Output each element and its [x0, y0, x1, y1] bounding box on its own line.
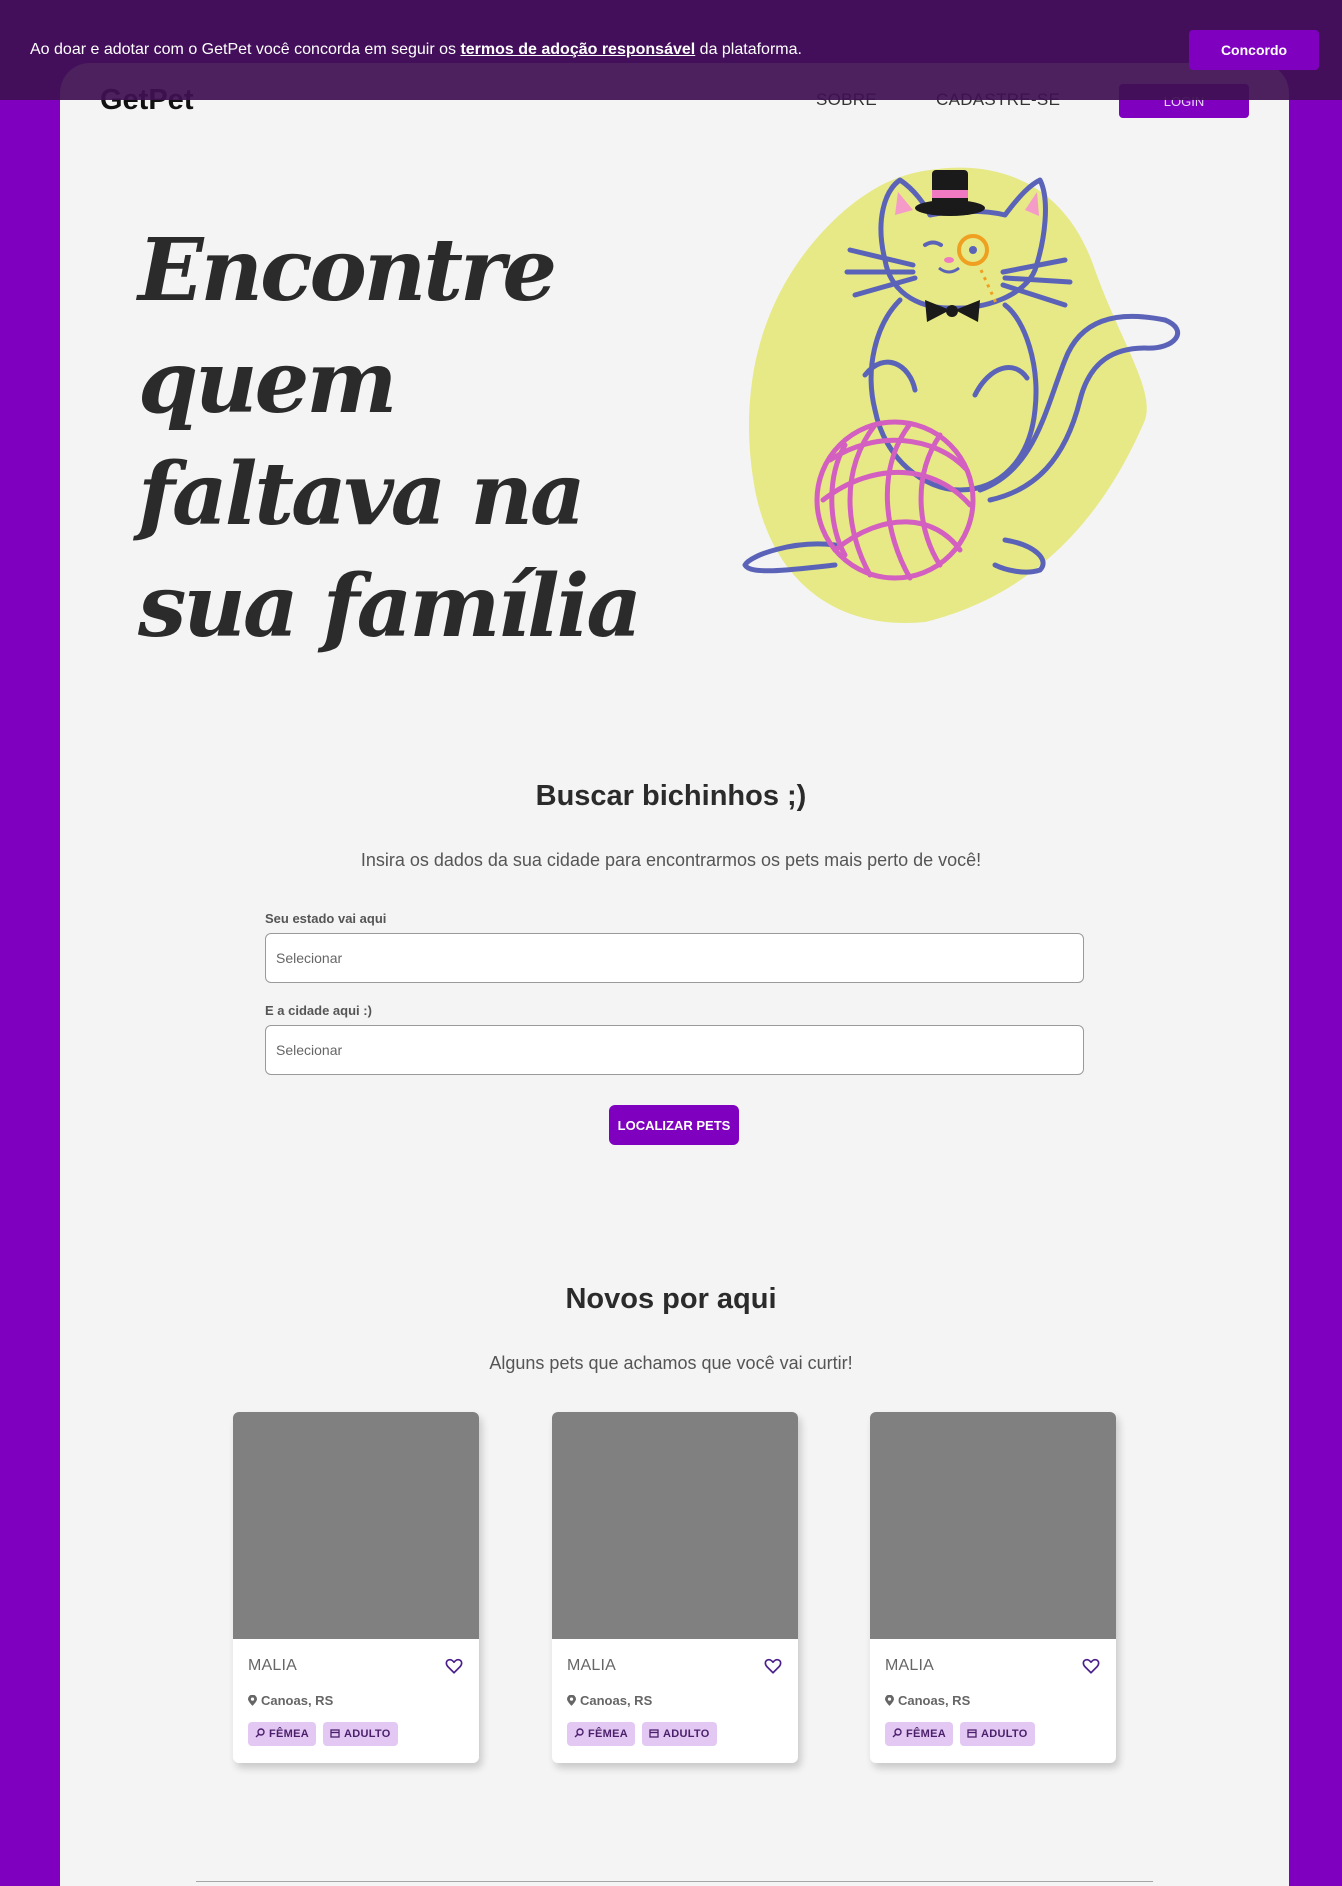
pet-card[interactable]: MALIA Canoas, RS FÊMEA ADULTO — [552, 1412, 798, 1763]
pet-card[interactable]: MALIA Canoas, RS FÊMEA ADULTO — [233, 1412, 479, 1763]
heart-icon[interactable] — [445, 1657, 463, 1675]
cookie-text-before: Ao doar e adotar com o GetPet você conco… — [30, 41, 461, 58]
cookie-banner: Ao doar e adotar com o GetPet você conco… — [0, 0, 1342, 100]
pet-location: Canoas, RS — [248, 1693, 333, 1708]
pet-card[interactable]: MALIA Canoas, RS FÊMEA ADULTO — [870, 1412, 1116, 1763]
gender-tag: FÊMEA — [248, 1722, 316, 1746]
pet-name: MALIA — [885, 1657, 935, 1674]
state-label: Seu estado vai aqui — [265, 911, 387, 926]
location-pin-icon — [567, 1695, 576, 1706]
pet-name: MALIA — [567, 1657, 617, 1674]
new-pets-subtitle: Alguns pets que achamos que você vai cur… — [489, 1353, 853, 1373]
cookie-text-after: da plataforma. — [695, 41, 802, 58]
calendar-icon — [649, 1729, 659, 1738]
search-subtitle: Insira os dados da sua cidade para encon… — [360, 850, 982, 870]
footer-divider — [196, 1881, 1153, 1882]
pet-location-text: Canoas, RS — [580, 1693, 653, 1708]
cat-illustration — [742, 167, 1180, 623]
age-tag: ADULTO — [642, 1722, 717, 1746]
pet-location-text: Canoas, RS — [898, 1693, 971, 1708]
search-icon — [892, 1728, 902, 1738]
pet-location-text: Canoas, RS — [261, 1693, 334, 1708]
location-pin-icon — [885, 1695, 894, 1706]
hero-title: Encontre quem faltava na sua família — [138, 220, 642, 657]
heart-icon[interactable] — [1082, 1657, 1100, 1675]
pet-name: MALIA — [248, 1657, 298, 1674]
gender-tag: FÊMEA — [885, 1722, 953, 1746]
search-icon — [574, 1728, 584, 1738]
cookie-text: Ao doar e adotar com o GetPet você conco… — [30, 41, 802, 59]
locate-pets-button[interactable]: LOCALIZAR PETS — [609, 1105, 739, 1145]
pet-location: Canoas, RS — [567, 1693, 652, 1708]
search-icon — [255, 1728, 265, 1738]
search-title: Buscar bichinhos ;) — [535, 780, 807, 812]
new-pets-title: Novos por aqui — [565, 1283, 777, 1315]
age-tag-text: ADULTO — [981, 1728, 1028, 1740]
age-tag: ADULTO — [960, 1722, 1035, 1746]
age-tag-text: ADULTO — [663, 1728, 710, 1740]
location-pin-icon — [248, 1695, 257, 1706]
gender-tag: FÊMEA — [567, 1722, 635, 1746]
age-tag: ADULTO — [323, 1722, 398, 1746]
pet-location: Canoas, RS — [885, 1693, 970, 1708]
age-tag-text: ADULTO — [344, 1728, 391, 1740]
calendar-icon — [967, 1729, 977, 1738]
pet-photo — [552, 1412, 798, 1639]
state-select[interactable]: Selecionar — [265, 933, 1084, 983]
terms-link[interactable]: termos de adoção responsável — [460, 41, 695, 58]
accept-cookies-button[interactable]: Concordo — [1189, 30, 1319, 70]
city-select[interactable]: Selecionar — [265, 1025, 1084, 1075]
city-label: E a cidade aqui :) — [265, 1003, 372, 1018]
gender-tag-text: FÊMEA — [269, 1728, 309, 1740]
pet-photo — [870, 1412, 1116, 1639]
gender-tag-text: FÊMEA — [588, 1728, 628, 1740]
calendar-icon — [330, 1729, 340, 1738]
pet-photo — [233, 1412, 479, 1639]
gender-tag-text: FÊMEA — [906, 1728, 946, 1740]
heart-icon[interactable] — [764, 1657, 782, 1675]
